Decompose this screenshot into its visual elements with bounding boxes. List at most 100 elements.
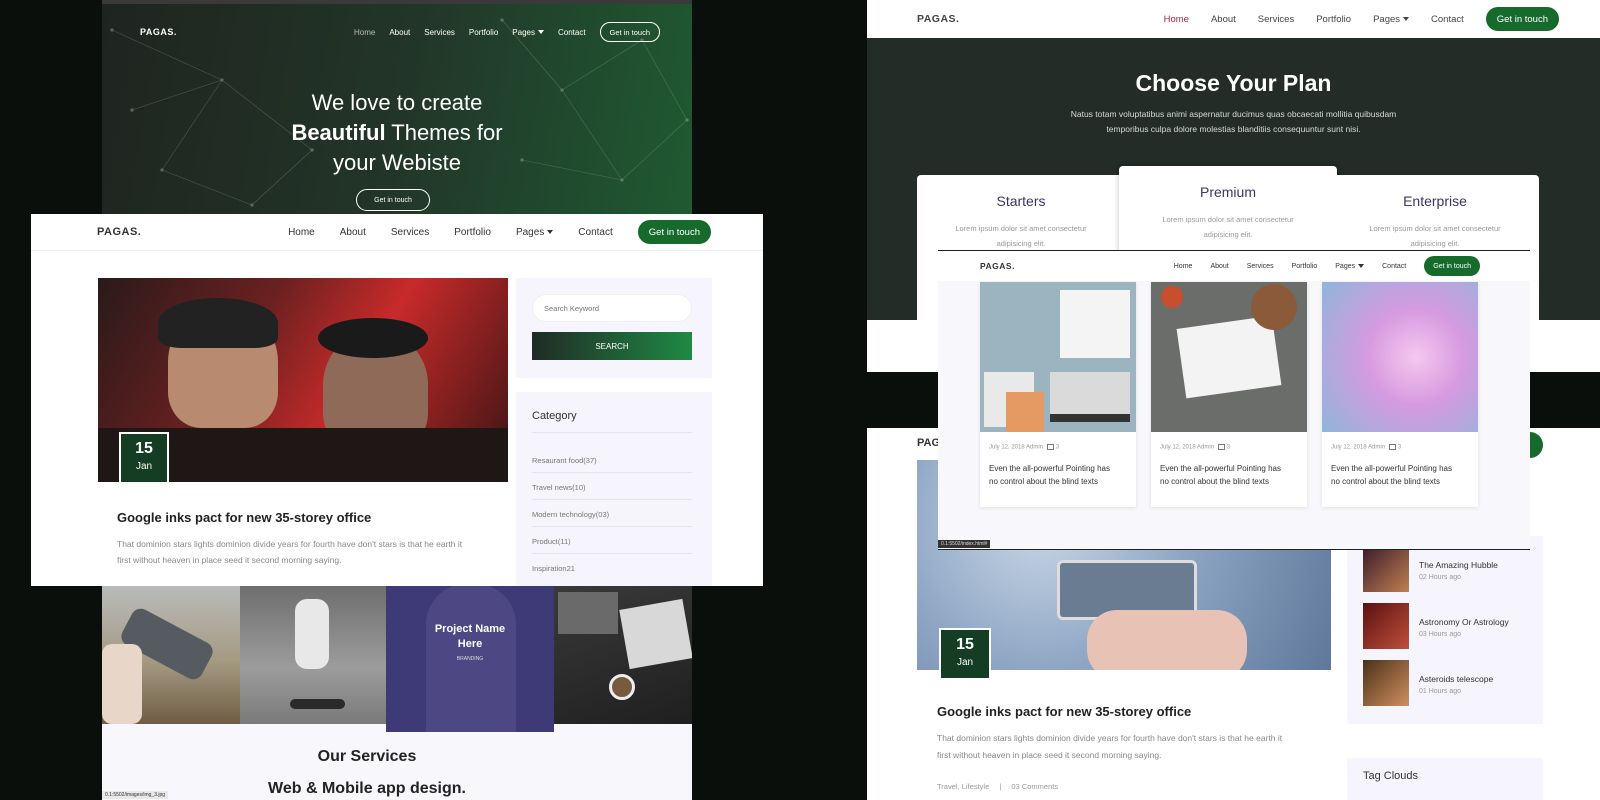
- plan-name: Enterprise: [1403, 193, 1467, 209]
- project-name: Project Name Here: [434, 623, 506, 650]
- news-card-text: Even the all-powerful Pointing has no co…: [1160, 464, 1281, 486]
- recent-post-item[interactable]: Asteroids telescope 01 Hours ago: [1363, 660, 1533, 706]
- recent-post-item[interactable]: The Amazing Hubble 02 Hours ago: [1363, 546, 1533, 592]
- nav-home[interactable]: Home: [354, 28, 375, 37]
- comment-icon: [1388, 444, 1396, 450]
- brand-logo[interactable]: PAGAS.: [980, 261, 1015, 271]
- post-title[interactable]: Google inks pact for new 35-storey offic…: [117, 510, 371, 525]
- tag-clouds-widget: Tag Clouds: [1347, 758, 1543, 800]
- news-card-image: [980, 282, 1136, 432]
- nav-about[interactable]: About: [389, 28, 410, 37]
- comment-icon: [1046, 444, 1054, 450]
- post-meta: Travel, Lifestyle | 03 Comments: [937, 782, 1059, 791]
- portfolio-image-skater[interactable]: [240, 584, 386, 724]
- pricing-navbar: PAGAS. Home About Services Portfolio Pag…: [867, 0, 1600, 38]
- project-category: BRANDING: [456, 656, 484, 662]
- nav-about[interactable]: About: [1210, 263, 1228, 270]
- nav-contact[interactable]: Contact: [578, 227, 612, 238]
- category-item[interactable]: Modern technology(03): [532, 510, 609, 519]
- post-title[interactable]: Google inks pact for new 35-storey offic…: [937, 704, 1191, 719]
- get-in-touch-button[interactable]: Get in touch: [1424, 256, 1480, 276]
- tag-clouds-title: Tag Clouds: [1363, 770, 1419, 782]
- portfolio-card-featured[interactable]: Project Name Here BRANDING: [386, 584, 554, 732]
- nav-about[interactable]: About: [340, 227, 366, 238]
- hero-get-in-touch-button[interactable]: Get in touch: [356, 189, 430, 211]
- plan-name: Starters: [996, 193, 1046, 209]
- portfolio-image-coffee[interactable]: [554, 584, 692, 724]
- nav-pages[interactable]: Pages: [516, 227, 554, 238]
- post-excerpt: That dominion stars lights dominion divi…: [117, 539, 463, 565]
- pricing-title: Choose Your Plan: [1135, 70, 1332, 96]
- news-navbar: PAGAS. Home About Services Portfolio Pag…: [938, 251, 1530, 281]
- news-meta: July 12, 2018 Admin 3: [1160, 444, 1231, 451]
- recent-post-thumb: [1363, 546, 1409, 592]
- get-in-touch-button[interactable]: Get in touch: [1485, 7, 1559, 31]
- nav-home[interactable]: Home: [1174, 263, 1193, 270]
- nav-services[interactable]: Services: [1258, 14, 1294, 25]
- nav-home[interactable]: Home: [1164, 14, 1189, 25]
- news-card-image: [1151, 282, 1307, 432]
- brand-logo[interactable]: PAGAS.: [917, 13, 959, 25]
- hero-headline: We love to create Beautiful Themes for y…: [291, 90, 503, 175]
- nav-contact[interactable]: Contact: [1431, 14, 1464, 25]
- search-input[interactable]: [532, 294, 692, 322]
- news-card-image: [1322, 282, 1478, 432]
- portfolio-image-drone[interactable]: [102, 584, 240, 724]
- nav-portfolio[interactable]: Portfolio: [1316, 14, 1351, 25]
- brand-logo[interactable]: PAGAS.: [97, 226, 141, 238]
- category-widget: Category Resaurant food(37) Travel news(…: [516, 392, 712, 586]
- get-in-touch-button[interactable]: Get in touch: [637, 220, 711, 244]
- nav-services[interactable]: Services: [424, 28, 455, 37]
- category-item[interactable]: Product(11): [532, 537, 571, 546]
- recent-posts-widget: The Amazing Hubble 02 Hours ago Astronom…: [1347, 536, 1543, 724]
- nav-portfolio[interactable]: Portfolio: [454, 227, 491, 238]
- recent-post-item[interactable]: Astronomy Or Astrology 03 Hours ago: [1363, 603, 1533, 649]
- chevron-down-icon: [1358, 263, 1365, 268]
- portfolio-screenshot: Project Name Here BRANDING Our Services …: [102, 584, 692, 800]
- news-screenshot: PAGAS. Home About Services Portfolio Pag…: [938, 250, 1530, 550]
- post-date-badge: 15 Jan: [939, 628, 991, 680]
- nav-contact[interactable]: Contact: [558, 28, 586, 37]
- chevron-down-icon: [537, 30, 544, 35]
- news-meta: July 12, 2018 Admin 3: [989, 444, 1060, 451]
- service-heading: Web & Mobile app design.: [268, 780, 466, 797]
- status-bar-url: 0.1:5502/images/img_3.jpg: [102, 791, 169, 799]
- status-bar-url: 0.1:5502/index.html#: [938, 540, 991, 548]
- category-item[interactable]: Inspiration21: [532, 564, 575, 573]
- nav-pages[interactable]: Pages: [1373, 14, 1410, 25]
- recent-post-thumb: [1363, 660, 1409, 706]
- search-widget: SEARCH: [516, 278, 712, 378]
- hero-screenshot: PAGAS. Home About Services Portfolio Pag…: [102, 0, 692, 215]
- recent-post-thumb: [1363, 603, 1409, 649]
- blog-screenshot: PAGAS. Home About Services Portfolio Pag…: [31, 214, 763, 586]
- plan-name: Premium: [1199, 184, 1256, 200]
- news-card[interactable]: July 12, 2018 Admin 3 Even the all-power…: [980, 282, 1136, 507]
- news-card-text: Even the all-powerful Pointing has no co…: [989, 464, 1110, 486]
- nav-services[interactable]: Services: [391, 227, 429, 238]
- services-title: Our Services: [317, 748, 417, 765]
- news-card[interactable]: July 12, 2018 Admin 3 Even the all-power…: [1322, 282, 1478, 507]
- nav-services[interactable]: Services: [1247, 263, 1274, 270]
- category-item[interactable]: Travel news(10): [532, 483, 586, 492]
- category-item[interactable]: Resaurant food(37): [532, 456, 597, 465]
- search-button[interactable]: SEARCH: [532, 332, 692, 360]
- post-excerpt: That dominion stars lights dominion divi…: [937, 733, 1283, 760]
- pricing-subtitle: Natus totam voluptatibus animi aspernatu…: [1070, 109, 1397, 134]
- news-card[interactable]: July 12, 2018 Admin 3 Even the all-power…: [1151, 282, 1307, 507]
- news-meta: July 12, 2018 Admin 3: [1331, 444, 1402, 451]
- get-in-touch-button[interactable]: Get in touch: [599, 22, 660, 42]
- nav-contact[interactable]: Contact: [1382, 263, 1406, 270]
- nav-pages[interactable]: Pages: [512, 28, 544, 37]
- nav-about[interactable]: About: [1211, 14, 1236, 25]
- chevron-down-icon: [1403, 16, 1410, 21]
- news-card-text: Even the all-powerful Pointing has no co…: [1331, 464, 1452, 486]
- blog-navbar: PAGAS. Home About Services Portfolio Pag…: [97, 218, 711, 246]
- brand-logo[interactable]: PAGAS.: [140, 27, 177, 37]
- nav-home[interactable]: Home: [288, 227, 315, 238]
- category-title: Category: [532, 410, 577, 422]
- nav-portfolio[interactable]: Portfolio: [469, 28, 498, 37]
- post-date-badge: 15 Jan: [119, 432, 169, 484]
- nav-pages[interactable]: Pages: [1335, 263, 1365, 270]
- nav-portfolio[interactable]: Portfolio: [1292, 263, 1318, 270]
- hero-navbar: PAGAS. Home About Services Portfolio Pag…: [140, 20, 660, 44]
